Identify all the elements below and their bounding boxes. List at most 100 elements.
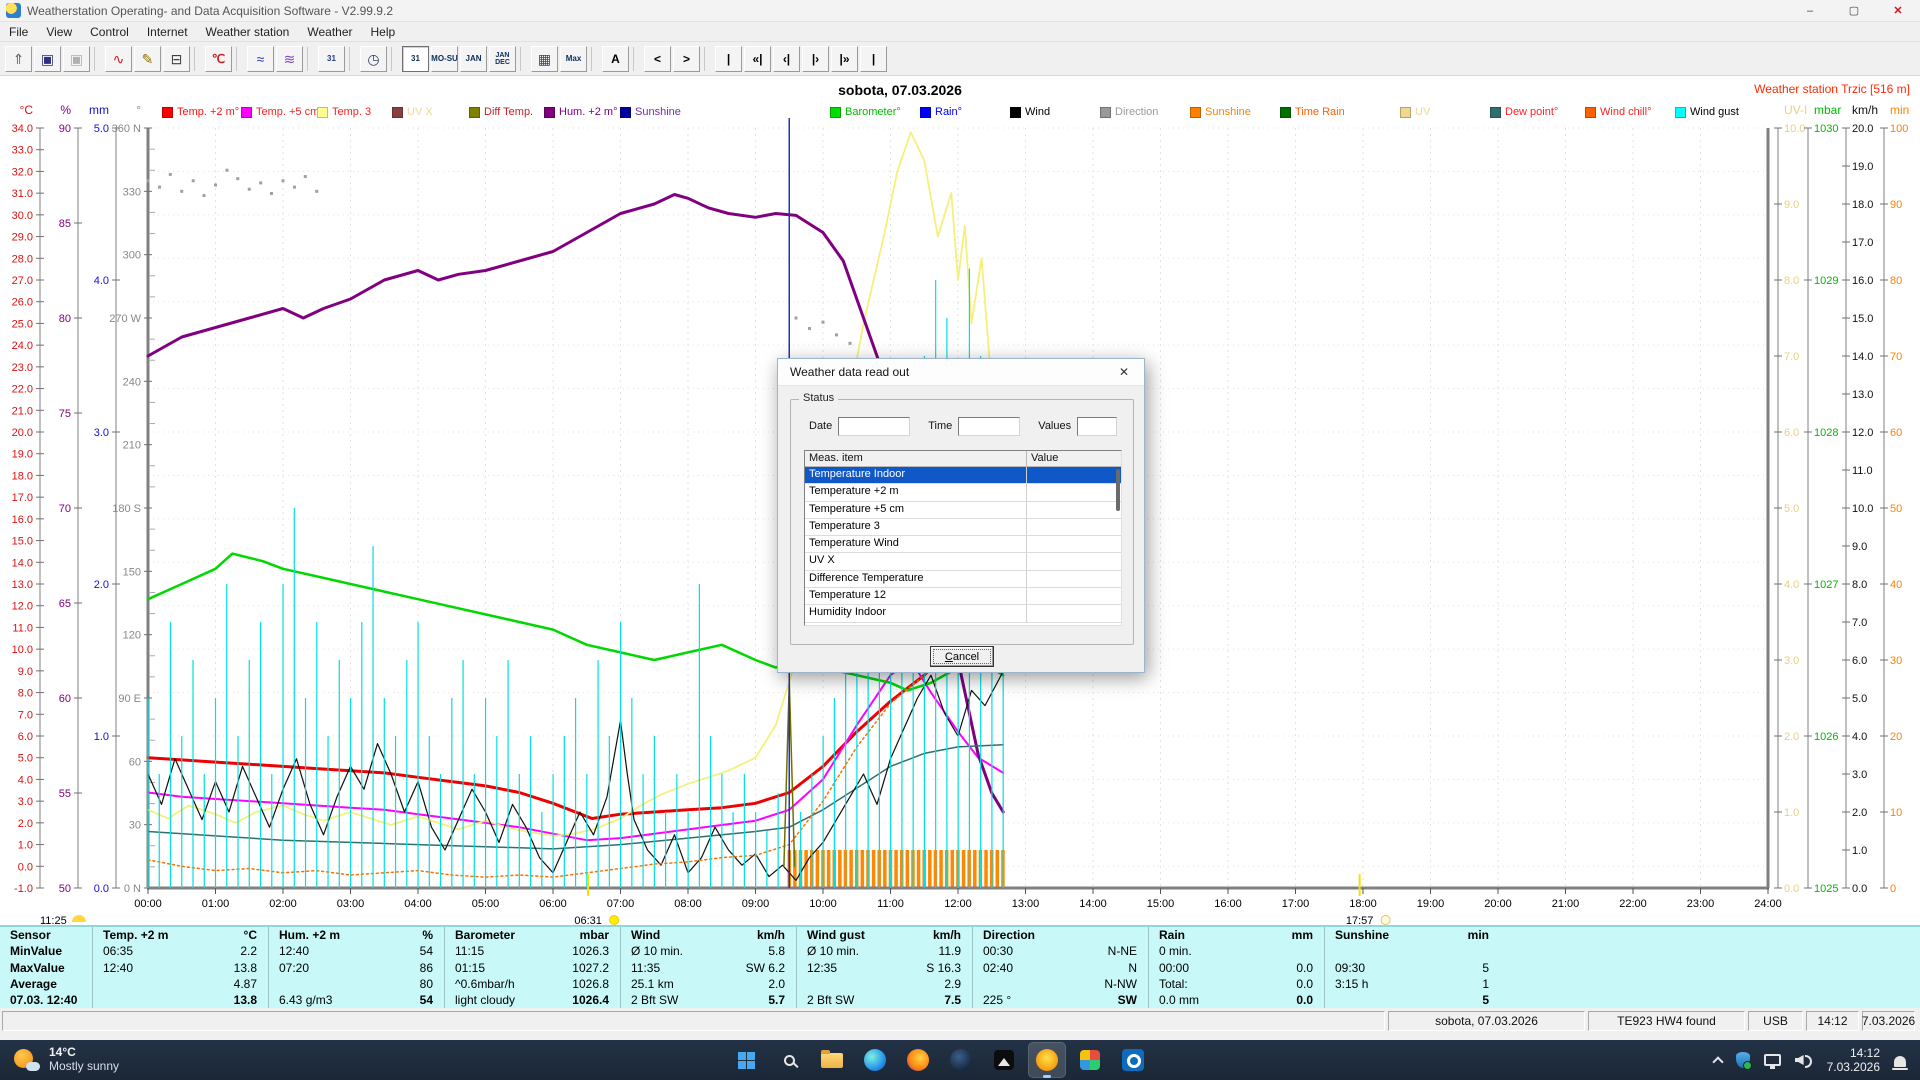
goto-end-button[interactable]: | [860, 46, 887, 72]
summary-cell-value: 5 [1425, 993, 1495, 1007]
cancel-button[interactable]: Cancel [930, 646, 994, 667]
save-button[interactable]: ▣ [34, 46, 61, 72]
toolbar-separator [94, 47, 100, 71]
date-field[interactable] [838, 417, 910, 436]
svg-text:10:00: 10:00 [809, 898, 837, 910]
menu-item-file[interactable]: File [0, 23, 37, 41]
svg-text:60: 60 [1890, 427, 1902, 439]
list-item[interactable]: Temperature 3 [805, 519, 1121, 536]
svg-text:70: 70 [1890, 351, 1902, 363]
taskbar-icon-outlook[interactable] [1114, 1042, 1152, 1078]
table-view-button[interactable]: ▦ [531, 46, 558, 72]
svg-text:19.0: 19.0 [12, 449, 33, 461]
goto-start-button[interactable]: | [715, 46, 742, 72]
summary-cell-row: 2 Bft SW5.7 [621, 992, 796, 1008]
svg-text:4.0: 4.0 [1852, 731, 1867, 743]
scroll-left-button[interactable]: < [644, 46, 671, 72]
taskbar-icon-edge[interactable] [856, 1042, 894, 1078]
chart-temp-button[interactable]: ∿ [105, 46, 132, 72]
svg-text:1.0: 1.0 [1852, 845, 1867, 857]
close-button[interactable]: ✕ [1876, 0, 1920, 22]
taskbar-icon-weather-app[interactable] [1028, 1042, 1066, 1078]
menu-item-view[interactable]: View [37, 23, 81, 41]
toolbar-separator [520, 47, 526, 71]
values-field[interactable] [1077, 417, 1117, 436]
menu-item-weather[interactable]: Weather [298, 23, 361, 41]
summary-cell-row: 4.87 [93, 976, 268, 992]
text-label-button[interactable]: A [602, 46, 629, 72]
svg-text:23.0: 23.0 [12, 362, 33, 374]
svg-text:90 E: 90 E [118, 693, 141, 705]
summary-cell-row: 0.0 mm0.0 [1149, 992, 1324, 1008]
summary-cell-value: 1026.4 [545, 993, 615, 1007]
month-view-button[interactable]: JAN [460, 46, 487, 72]
taskbar-icon-photos[interactable] [985, 1042, 1023, 1078]
taskbar-icon-search[interactable] [770, 1042, 808, 1078]
tray-notification-bell-icon[interactable] [1894, 1056, 1906, 1067]
page-back-fast-button[interactable]: «| [744, 46, 771, 72]
dialog-close-icon[interactable]: ✕ [1104, 359, 1144, 386]
day-view-button[interactable]: 31 [402, 46, 429, 72]
tray-speaker-icon[interactable] [1795, 1053, 1813, 1067]
max-table-button[interactable]: Max [560, 46, 587, 72]
menu-item-control[interactable]: Control [81, 23, 138, 41]
list-scrollbar[interactable] [1116, 469, 1120, 511]
clock-button[interactable]: ◷ [360, 46, 387, 72]
edge-icon [864, 1049, 886, 1071]
taskbar-icon-file-explorer[interactable] [813, 1042, 851, 1078]
svg-text:0.0: 0.0 [94, 883, 109, 895]
svg-text:3.0: 3.0 [1852, 769, 1867, 781]
week-view-button[interactable]: MO-SU [431, 46, 458, 72]
year-view-button[interactable]: JAN DEC [489, 46, 516, 72]
list-item[interactable]: Temperature +5 cm [805, 502, 1121, 519]
tray-clock[interactable]: 14:12 7.03.2026 [1827, 1046, 1880, 1075]
chart-curves-button[interactable]: ≈ [247, 46, 274, 72]
svg-text:29.0: 29.0 [12, 232, 33, 244]
list-item[interactable]: Temperature 12 [805, 588, 1121, 605]
list-item[interactable]: Temperature +2 m [805, 484, 1121, 501]
save-all-button[interactable]: ▣ [63, 46, 90, 72]
page-forward-button[interactable]: |› [802, 46, 829, 72]
taskbar-icon-steam[interactable] [942, 1042, 980, 1078]
summary-cell: 2 Bft SW [797, 993, 897, 1007]
dialog-titlebar[interactable]: Weather data read out ✕ [778, 359, 1144, 386]
menu-item-weather-station[interactable]: Weather station [197, 23, 299, 41]
tray-chevron-up-icon[interactable] [1712, 1056, 1723, 1067]
print-button[interactable]: ⊟ [163, 46, 190, 72]
list-item[interactable]: Temperature Indoor [805, 467, 1121, 484]
calendar-chart-button[interactable]: 31 [318, 46, 345, 72]
taskbar-weather-widget[interactable]: 14°C Mostly sunny [14, 1046, 119, 1074]
tray-security-shield-icon[interactable] [1736, 1052, 1750, 1068]
chart-degc-button[interactable]: ℃ [205, 46, 232, 72]
summary-cell-value: 54 [369, 944, 439, 958]
chart-edit-button[interactable]: ✎ [134, 46, 161, 72]
svg-text:4.0: 4.0 [1784, 579, 1799, 591]
taskbar-icon-firefox[interactable] [899, 1042, 937, 1078]
list-item[interactable]: Temperature Wind [805, 536, 1121, 553]
summary-group-unit: km/h [897, 928, 967, 942]
chart-multi-curves-button[interactable]: ≋ [276, 46, 303, 72]
summary-row-label: Average [0, 976, 92, 992]
toolbar-separator [236, 47, 242, 71]
tray-network-monitor-icon[interactable] [1764, 1054, 1781, 1066]
list-item[interactable]: UV X [805, 553, 1121, 570]
maximize-button[interactable]: ▢ [1832, 0, 1876, 22]
list-item[interactable]: Difference Temperature [805, 571, 1121, 588]
page-forward-fast-button[interactable]: |» [831, 46, 858, 72]
svg-text:18:00: 18:00 [1349, 898, 1377, 910]
read-from-station-button[interactable]: ⇑ [5, 46, 32, 72]
summary-group-name: Temp. +2 m [93, 928, 193, 942]
menu-item-help[interactable]: Help [362, 23, 405, 41]
svg-text:12.0: 12.0 [1852, 427, 1873, 439]
page-back-button[interactable]: ‹| [773, 46, 800, 72]
taskbar-icon-puzzle[interactable] [1071, 1042, 1109, 1078]
time-field[interactable] [958, 417, 1020, 436]
svg-text:210: 210 [123, 440, 141, 452]
taskbar-icon-start[interactable] [727, 1042, 765, 1078]
menu-item-internet[interactable]: Internet [138, 23, 197, 41]
list-item[interactable]: Humidity Indoor [805, 605, 1121, 622]
summary-cell: 09:30 [1325, 961, 1425, 975]
scroll-right-button[interactable]: > [673, 46, 700, 72]
minimize-button[interactable]: – [1788, 0, 1832, 22]
svg-text:07:00: 07:00 [607, 898, 635, 910]
